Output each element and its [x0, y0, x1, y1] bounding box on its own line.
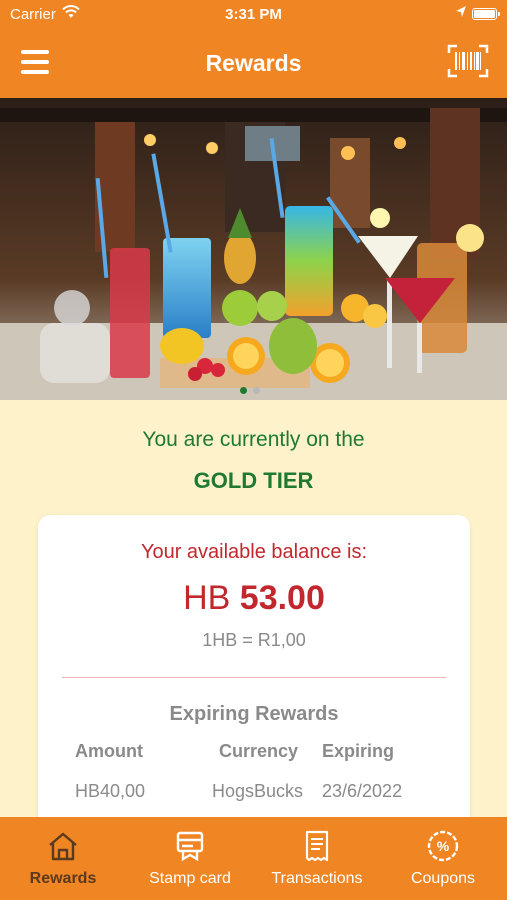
tab-label: Rewards [29, 870, 97, 887]
hero-banner-image[interactable] [0, 98, 507, 400]
balance-label: Your available balance is: [140, 541, 368, 563]
tab-coupons[interactable]: % Coupons [380, 817, 506, 900]
balance-card: Your available balance is: HB 53.00 1HB … [38, 515, 470, 845]
divider [62, 677, 446, 678]
column-header-currency: Currency [219, 741, 299, 761]
column-header-expiring: Expiring [322, 741, 395, 761]
tab-rewards[interactable]: Rewards [0, 817, 126, 900]
exchange-rate: 1HB = R1,00 [202, 630, 306, 650]
table-cell-expiring: 23/6/2022 [322, 781, 403, 801]
table-cell-amount: HB40,00 [75, 781, 146, 801]
balance-value: HB 53.00 [38, 579, 470, 618]
column-header-amount: Amount [75, 741, 143, 761]
svg-text:%: % [437, 838, 450, 854]
table-cell-currency: HogsBucks [212, 781, 304, 801]
receipt-icon [305, 830, 329, 862]
coupon-percent-icon: % [427, 830, 459, 862]
tab-label: Stamp card [149, 870, 231, 887]
location-arrow-icon [456, 6, 466, 17]
nav-bar: Rewards [0, 30, 507, 98]
expiring-rewards-title: Expiring Rewards [169, 703, 339, 725]
tab-bar: Rewards Stamp card Transactions % Coupon… [0, 817, 507, 900]
tier-name: GOLD TIER [193, 468, 314, 493]
carousel-dot-active[interactable] [240, 387, 247, 394]
balance-amount: 53.00 [239, 579, 325, 617]
tab-stamp-card[interactable]: Stamp card [127, 817, 253, 900]
barcode-scan-icon[interactable] [447, 44, 489, 78]
tier-intro-text: You are currently on the [142, 428, 365, 451]
stamp-card-icon [176, 831, 204, 862]
home-icon [49, 832, 77, 861]
tab-transactions[interactable]: Transactions [254, 817, 380, 900]
page-title: Rewards [205, 50, 302, 76]
cocktails-illustration [0, 98, 507, 400]
battery-icon [472, 8, 500, 20]
carousel-dot[interactable] [253, 387, 260, 394]
status-bar: Carrier 3:31 PM [0, 0, 507, 30]
balance-currency: HB [183, 579, 231, 617]
tab-label: Transactions [271, 870, 363, 887]
tab-label: Coupons [410, 870, 476, 887]
clock: 3:31 PM [225, 6, 282, 23]
